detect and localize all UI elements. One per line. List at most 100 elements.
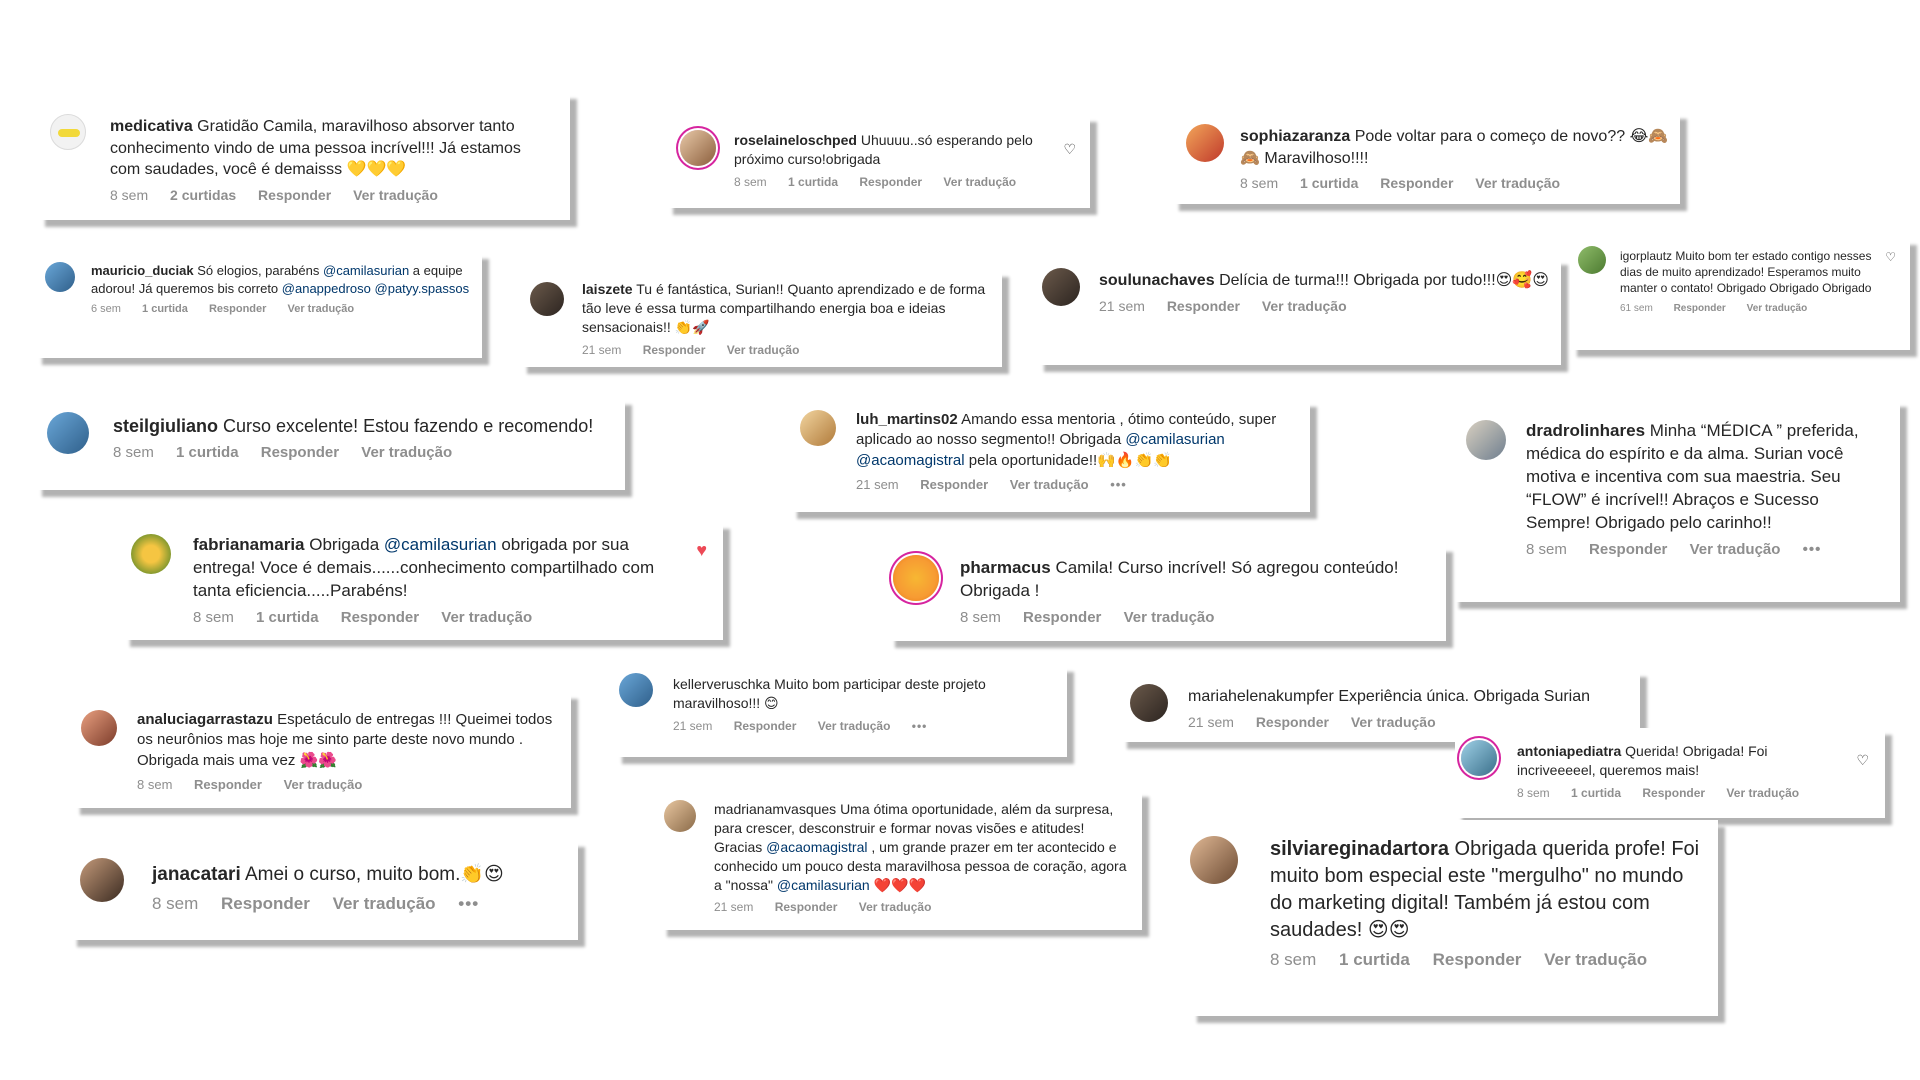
username[interactable]: analuciagarrastazu [137,711,273,728]
likes-count[interactable]: 1 curtida [256,609,319,626]
avatar[interactable] [530,282,564,316]
translate-button[interactable]: Ver tradução [353,187,438,203]
reply-button[interactable]: Responder [1256,714,1329,730]
username[interactable]: soulunachaves [1099,272,1215,289]
reply-button[interactable]: Responder [1674,303,1726,314]
reply-button[interactable]: Responder [341,609,419,626]
username[interactable]: silviareginadartora [1270,838,1449,860]
timestamp[interactable]: 21 sem [582,343,621,357]
avatar[interactable] [45,262,75,292]
likes-count[interactable]: 1 curtida [788,175,838,189]
timestamp[interactable]: 8 sem [734,175,767,189]
mention-link[interactable]: @patyy.spassos [375,281,470,296]
avatar[interactable] [664,800,696,832]
reply-button[interactable]: Responder [209,303,266,315]
translate-button[interactable]: Ver tradução [1262,298,1347,314]
timestamp[interactable]: 8 sem [960,609,1001,626]
mention-link[interactable]: @acaomagistral [766,839,867,855]
timestamp[interactable]: 8 sem [137,777,172,792]
username[interactable]: sophiazaranza [1240,128,1350,145]
mention-link[interactable]: @camilasurian [384,535,497,554]
translate-button[interactable]: Ver tradução [1475,175,1560,191]
timestamp[interactable]: 8 sem [113,444,154,461]
translate-button[interactable]: Ver tradução [1010,477,1089,492]
likes-count[interactable]: 1 curtida [1571,786,1621,800]
avatar[interactable] [1190,836,1238,884]
timestamp[interactable]: 8 sem [193,609,234,626]
avatar[interactable] [1186,124,1224,162]
timestamp[interactable]: 21 sem [1188,714,1234,730]
reply-button[interactable]: Responder [258,187,331,203]
reply-button[interactable]: Responder [194,777,262,792]
username[interactable]: medicativa [110,118,193,135]
timestamp[interactable]: 21 sem [673,719,712,733]
username[interactable]: kellerveruschka [673,676,770,692]
username[interactable]: dradrolinhares [1526,421,1645,440]
reply-button[interactable]: Responder [261,444,339,461]
timestamp[interactable]: 6 sem [91,303,121,315]
translate-button[interactable]: Ver tradução [361,444,452,461]
avatar[interactable] [1578,246,1606,274]
likes-count[interactable]: 1 curtida [1300,175,1358,191]
translate-button[interactable]: Ver tradução [727,343,800,357]
timestamp[interactable]: 21 sem [714,900,753,914]
reply-button[interactable]: Responder [920,477,988,492]
likes-count[interactable]: 1 curtida [1339,950,1410,969]
reply-button[interactable]: Responder [1380,175,1453,191]
timestamp[interactable]: 8 sem [1240,175,1278,191]
mention-link[interactable]: @acaomagistral [856,452,965,469]
avatar[interactable] [50,114,86,150]
more-options-icon[interactable]: ••• [1110,477,1127,492]
mention-link[interactable]: @camilasurian [323,263,409,278]
like-heart-icon[interactable]: ♡ [1063,141,1076,158]
avatar[interactable] [47,412,89,454]
username[interactable]: madrianamvasques [714,801,836,817]
translate-button[interactable]: Ver tradução [1747,303,1808,314]
avatar[interactable] [1466,420,1506,460]
username[interactable]: janacatari [152,864,241,885]
translate-button[interactable]: Ver tradução [859,900,932,914]
username[interactable]: fabrianamaria [193,535,305,554]
timestamp[interactable]: 21 sem [856,477,899,492]
avatar[interactable] [619,673,653,707]
reply-button[interactable]: Responder [734,719,797,733]
translate-button[interactable]: Ver tradução [333,894,436,913]
avatar[interactable] [680,130,716,166]
timestamp[interactable]: 8 sem [110,187,148,203]
reply-button[interactable]: Responder [859,175,922,189]
likes-count[interactable]: 1 curtida [142,303,188,315]
mention-link[interactable]: @camilasurian [777,877,870,893]
avatar[interactable] [81,710,117,746]
timestamp[interactable]: 8 sem [1517,786,1550,800]
timestamp[interactable]: 8 sem [1270,950,1316,969]
more-options-icon[interactable]: ••• [458,894,479,913]
translate-button[interactable]: Ver tradução [1690,541,1781,558]
more-options-icon[interactable]: ••• [912,719,928,733]
avatar[interactable] [131,534,171,574]
translate-button[interactable]: Ver tradução [943,175,1016,189]
translate-button[interactable]: Ver tradução [1544,950,1647,969]
mention-link[interactable]: @camilasurian [1125,431,1224,448]
mention-link[interactable]: @anappedroso [282,281,371,296]
username[interactable]: roselaineloschped [734,132,857,148]
like-heart-icon[interactable]: ♡ [1885,250,1896,264]
username[interactable]: mariahelenakumpfer [1188,688,1334,705]
reply-button[interactable]: Responder [643,343,706,357]
reply-button[interactable]: Responder [1589,541,1667,558]
timestamp[interactable]: 21 sem [1099,298,1145,314]
username[interactable]: antoniapediatra [1517,743,1621,759]
avatar[interactable] [1130,684,1168,722]
username[interactable]: steilgiuliano [113,416,218,436]
reply-button[interactable]: Responder [221,894,310,913]
liked-heart-icon[interactable]: ♥ [696,540,707,561]
translate-button[interactable]: Ver tradução [284,777,363,792]
translate-button[interactable]: Ver tradução [1351,714,1436,730]
reply-button[interactable]: Responder [1023,609,1101,626]
more-options-icon[interactable]: ••• [1803,541,1822,558]
username[interactable]: pharmacus [960,558,1051,577]
reply-button[interactable]: Responder [1167,298,1240,314]
avatar[interactable] [893,555,939,601]
username[interactable]: luh_martins02 [856,411,958,428]
like-heart-icon[interactable]: ♡ [1856,752,1869,769]
avatar[interactable] [800,410,836,446]
